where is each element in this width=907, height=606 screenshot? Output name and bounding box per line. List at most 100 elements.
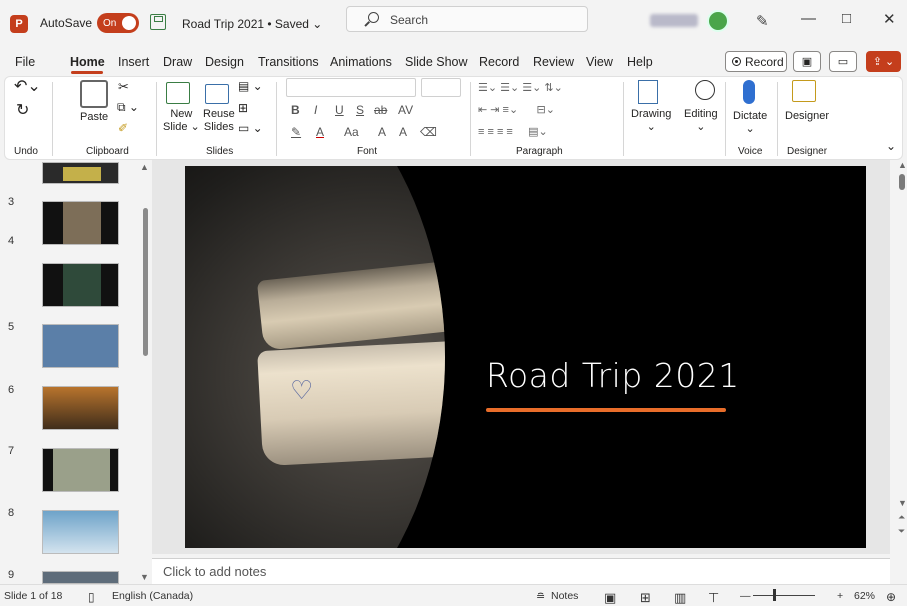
- avatar[interactable]: [707, 10, 729, 32]
- notes-placeholder[interactable]: Click to add notes: [163, 564, 266, 579]
- language-status[interactable]: English (Canada): [112, 590, 193, 602]
- slide-scrollbar[interactable]: [899, 174, 905, 190]
- tab-help[interactable]: Help: [627, 55, 653, 69]
- font-name-combo[interactable]: [286, 78, 416, 97]
- copy-icon[interactable]: ⧉ ⌄: [117, 101, 139, 114]
- teams-button[interactable]: ▣: [793, 51, 821, 72]
- slide-thumbnail-3[interactable]: [42, 201, 119, 245]
- tab-transitions[interactable]: Transitions: [258, 55, 319, 69]
- minimize-button[interactable]: —: [801, 10, 816, 27]
- reset-icon[interactable]: ⊞: [238, 102, 248, 115]
- tab-file[interactable]: File: [15, 55, 35, 69]
- tab-insert[interactable]: Insert: [118, 55, 149, 69]
- thumbnail-scrollbar[interactable]: [143, 208, 148, 356]
- tab-home[interactable]: Home: [70, 55, 105, 69]
- underline-button[interactable]: U: [335, 103, 344, 117]
- slide-thumbnail-7[interactable]: [42, 448, 119, 492]
- italic-button[interactable]: I: [314, 103, 317, 117]
- reuse-slides-button[interactable]: Reuse Slides: [203, 108, 235, 134]
- drawing-icon[interactable]: [638, 80, 658, 104]
- autosave-toggle[interactable]: On: [97, 13, 139, 33]
- normal-view-icon[interactable]: ▣: [604, 590, 616, 606]
- tab-animations[interactable]: Animations: [330, 55, 392, 69]
- shadow-button[interactable]: S: [356, 103, 364, 117]
- scroll-up-icon[interactable]: ▲: [898, 160, 907, 170]
- scroll-up-icon[interactable]: ▲: [140, 162, 149, 172]
- undo-icon[interactable]: ↶⌄: [14, 79, 41, 95]
- char-spacing-button[interactable]: AV: [398, 103, 413, 117]
- tab-design[interactable]: Design: [205, 55, 244, 69]
- paste-icon[interactable]: [80, 80, 108, 108]
- share-button[interactable]: ⇪ ⌄: [866, 51, 901, 72]
- font-size-combo[interactable]: [421, 78, 461, 97]
- align-icon[interactable]: ≡ ≡ ≡ ≡ ▤⌄: [478, 125, 548, 138]
- zoom-percent[interactable]: 62%: [854, 590, 875, 602]
- slide-thumbnail-5[interactable]: [42, 324, 119, 368]
- reuse-slides-icon[interactable]: [205, 84, 229, 104]
- indent-icon[interactable]: ⇤ ⇥ ≡⌄ ⊟⌄: [478, 103, 555, 116]
- slide-sorter-icon[interactable]: ⊞: [640, 590, 651, 606]
- bullets-icon[interactable]: ☰⌄ ☰⌄ ☰⌄ ⇅⌄: [478, 81, 563, 94]
- accessibility-icon[interactable]: ▯: [88, 590, 95, 604]
- dictate-button[interactable]: Dictate ⌄: [733, 110, 767, 136]
- zoom-out-icon[interactable]: —: [740, 590, 751, 602]
- tab-view[interactable]: View: [586, 55, 613, 69]
- zoom-in-icon[interactable]: +: [837, 590, 843, 602]
- save-icon[interactable]: [150, 14, 166, 30]
- zoom-slider-thumb[interactable]: [773, 589, 776, 601]
- tab-slide-show[interactable]: Slide Show: [405, 55, 468, 69]
- document-title[interactable]: Road Trip 2021 • Saved ⌄: [182, 17, 322, 31]
- layout-icon[interactable]: ▤ ⌄: [238, 80, 263, 93]
- clear-format-icon[interactable]: ⌫: [420, 125, 437, 139]
- tab-review[interactable]: Review: [533, 55, 574, 69]
- slide-1[interactable]: ♡ Road Trip 2021: [185, 166, 866, 548]
- pen-icon[interactable]: ✎: [756, 12, 769, 30]
- drawing-button[interactable]: Drawing ⌄: [631, 108, 671, 134]
- reading-view-icon[interactable]: ▥: [674, 590, 686, 606]
- slide-thumbnail-4[interactable]: [42, 263, 119, 307]
- close-button[interactable]: ✕: [883, 10, 896, 28]
- record-button[interactable]: Record: [725, 51, 787, 72]
- designer-icon[interactable]: [792, 80, 816, 102]
- new-slide-icon[interactable]: [166, 82, 190, 104]
- notes-toggle[interactable]: Notes: [551, 590, 578, 602]
- slide-title[interactable]: Road Trip 2021: [486, 356, 740, 395]
- slide-thumbnail-8[interactable]: [42, 510, 119, 554]
- scroll-down-icon[interactable]: ▼: [898, 498, 907, 508]
- next-slide-icon[interactable]: ⏷: [898, 526, 905, 537]
- shrink-font-button[interactable]: A: [399, 125, 407, 139]
- grow-font-button[interactable]: A: [378, 125, 386, 139]
- tab-draw[interactable]: Draw: [163, 55, 192, 69]
- slide-thumbnail-9[interactable]: [42, 571, 119, 584]
- maximize-button[interactable]: □: [842, 10, 851, 27]
- slide-thumbnail-6[interactable]: [42, 386, 119, 430]
- new-slide-button[interactable]: New Slide ⌄: [163, 108, 200, 134]
- highlight-button[interactable]: ✎: [291, 125, 301, 139]
- cut-icon[interactable]: ✂: [118, 80, 129, 93]
- scroll-down-icon[interactable]: ▼: [140, 572, 149, 582]
- fit-to-window-icon[interactable]: ⊕: [886, 590, 896, 604]
- designer-button[interactable]: Designer: [785, 110, 829, 123]
- bold-button[interactable]: B: [291, 103, 300, 117]
- zoom-slider[interactable]: [753, 595, 815, 596]
- slide-thumbnail-2[interactable]: [42, 162, 119, 184]
- redo-icon[interactable]: ↻: [16, 103, 29, 119]
- section-icon[interactable]: ▭ ⌄: [238, 122, 263, 135]
- comments-button[interactable]: ▭: [829, 51, 857, 72]
- microphone-icon[interactable]: [743, 80, 755, 104]
- collapse-ribbon-icon[interactable]: ⌄: [886, 140, 896, 153]
- slideshow-icon[interactable]: ⊤: [708, 590, 719, 606]
- slide-counter[interactable]: Slide 1 of 18: [4, 590, 62, 602]
- user-name[interactable]: [650, 14, 698, 27]
- notes-icon[interactable]: ≘: [536, 590, 545, 603]
- tab-record[interactable]: Record: [479, 55, 519, 69]
- format-painter-icon[interactable]: ✐: [118, 122, 128, 135]
- editing-button[interactable]: Editing ⌄: [684, 108, 718, 134]
- search-box[interactable]: [346, 6, 588, 32]
- editing-icon[interactable]: [695, 80, 715, 100]
- previous-slide-icon[interactable]: ⏶: [898, 512, 905, 523]
- change-case-button[interactable]: Aa: [344, 125, 359, 139]
- strikethrough-button[interactable]: ab: [374, 103, 387, 117]
- paste-label[interactable]: Paste: [80, 111, 108, 124]
- font-color-button[interactable]: A: [316, 125, 324, 139]
